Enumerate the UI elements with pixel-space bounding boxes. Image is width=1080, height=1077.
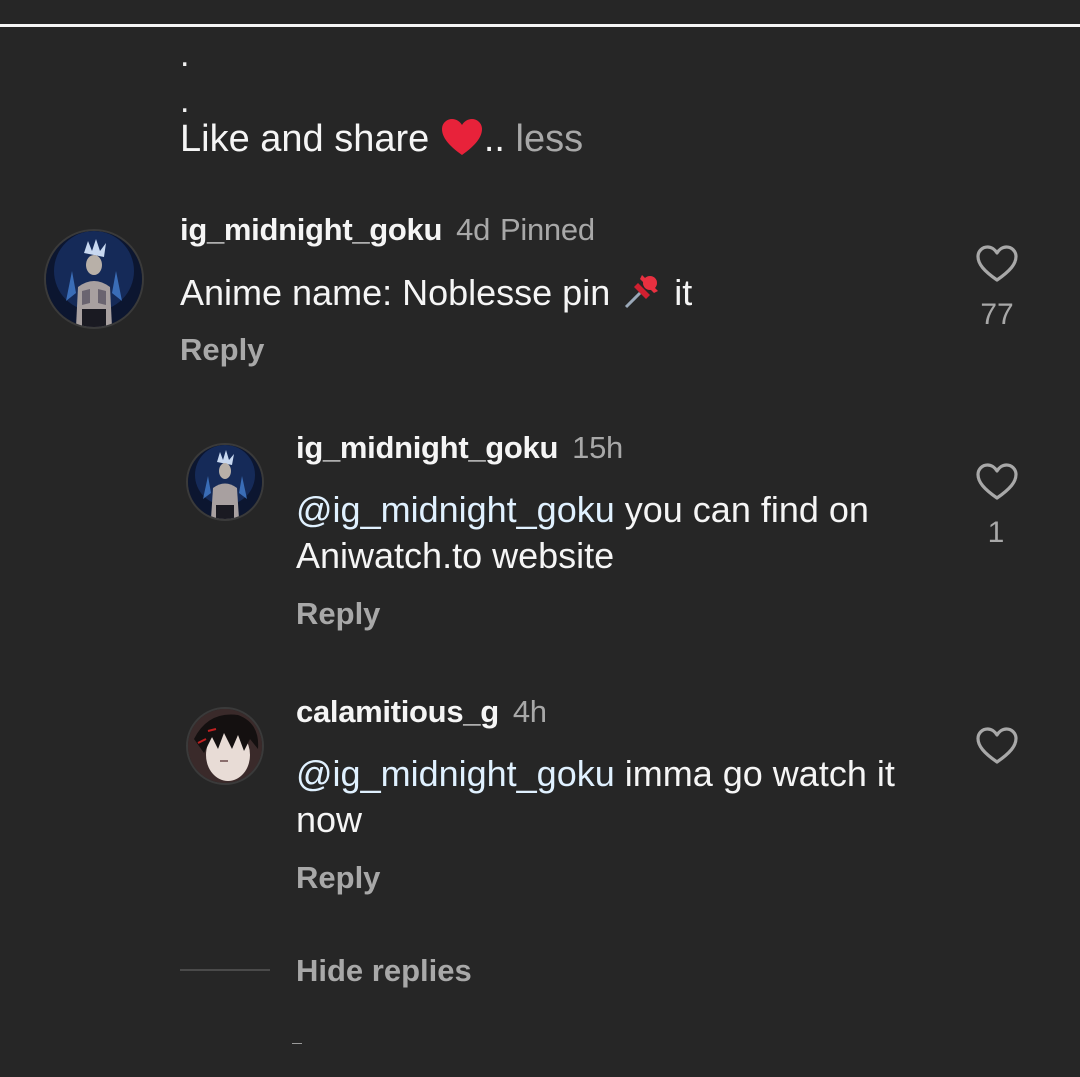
hide-replies-divider — [180, 969, 270, 971]
avatar[interactable] — [44, 229, 144, 329]
pushpin-emoji-icon — [620, 269, 664, 324]
top-divider — [0, 24, 1080, 27]
caption-dot: . — [180, 82, 190, 120]
timestamp: 15h — [572, 430, 623, 465]
reply-button[interactable]: Reply — [296, 860, 380, 896]
comment-header: ig_midnight_goku 4d Pinned — [180, 212, 595, 248]
username-link[interactable]: calamitious_g — [296, 694, 499, 729]
hide-replies-button[interactable]: Hide replies — [296, 953, 472, 989]
less-link[interactable]: less — [516, 118, 584, 160]
comment-header: ig_midnight_goku 15h — [296, 430, 623, 466]
red-heart-emoji-icon — [440, 117, 484, 168]
avatar[interactable] — [186, 443, 264, 521]
like-count: 1 — [987, 516, 1005, 549]
mention-link[interactable]: @ig_midnight_goku — [296, 489, 615, 530]
username-link[interactable]: ig_midnight_goku — [296, 430, 558, 465]
username-link[interactable]: ig_midnight_goku — [180, 212, 442, 247]
like-count: 77 — [980, 298, 1014, 331]
timestamp: 4h — [512, 694, 547, 729]
pinned-label: Pinned — [500, 212, 595, 247]
heart-outline-icon[interactable] — [975, 726, 1019, 766]
avatar[interactable] — [186, 707, 264, 785]
comments-sheet: . . Like and share .. less ig_midnight_g… — [0, 0, 1080, 1077]
comment-body: Anime name: Noblesse pin — [180, 272, 621, 313]
caption-text: Like and share .. less — [180, 116, 583, 168]
comment-text: @ig_midnight_goku you can find on Aniwat… — [296, 487, 936, 579]
caption-dot: . — [180, 36, 190, 74]
timestamp: 4d — [456, 212, 491, 247]
caption-ellipsis: .. — [483, 118, 505, 160]
comment-header: calamitious_g 4h — [296, 694, 547, 730]
reply-button[interactable]: Reply — [296, 596, 380, 632]
heart-outline-icon[interactable] — [975, 462, 1019, 502]
heart-outline-icon[interactable] — [975, 244, 1019, 284]
comment-text: Anime name: Noblesse pin it — [180, 269, 940, 324]
reply-button[interactable]: Reply — [180, 332, 264, 368]
mention-link[interactable]: @ig_midnight_goku — [296, 753, 615, 794]
caption-main-text: Like and share — [180, 118, 440, 160]
next-comment-cutoff — [200, 1036, 380, 1044]
comment-body-end: it — [664, 272, 693, 313]
top-bar — [0, 0, 1080, 24]
comment-text: @ig_midnight_goku imma go watch it now — [296, 751, 936, 843]
